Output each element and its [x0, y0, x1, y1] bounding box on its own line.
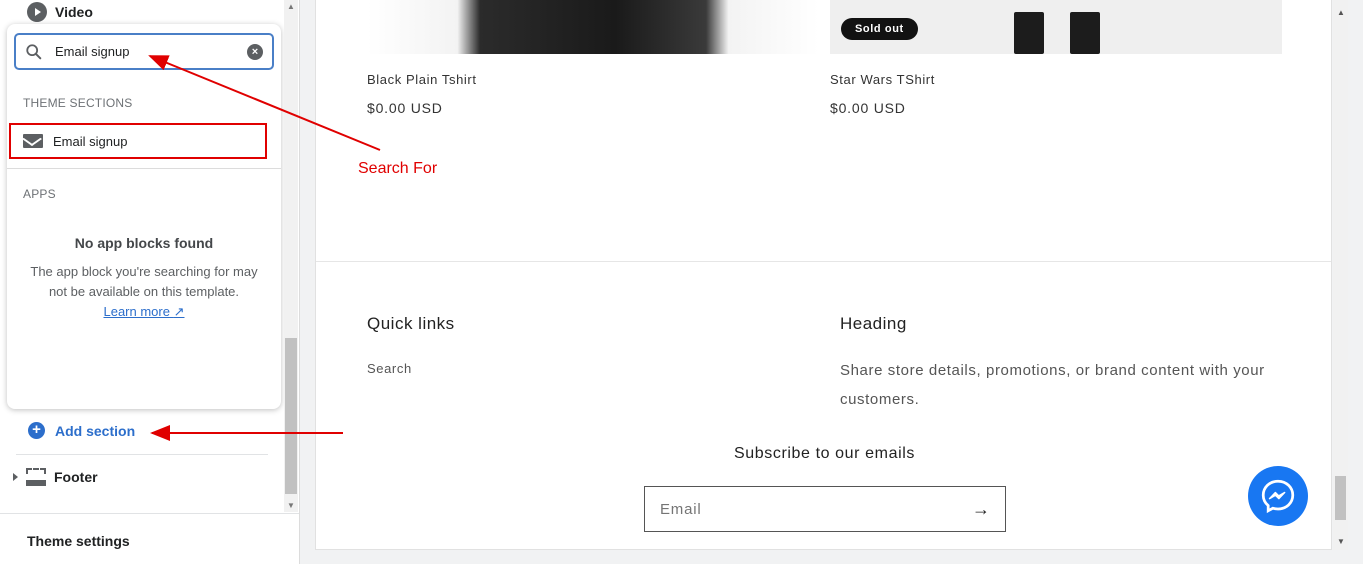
section-item-video[interactable]: Video — [27, 2, 93, 22]
newsletter-email-input[interactable] — [660, 500, 972, 518]
sidebar-scrollbar[interactable]: ▲ ▼ — [284, 0, 298, 512]
footer-label: Footer — [54, 469, 98, 485]
section-item-label: Video — [55, 4, 93, 20]
product-price: $0.00 USD — [830, 100, 906, 116]
caret-right-icon[interactable] — [13, 473, 18, 481]
product-title[interactable]: Black Plain Tshirt — [367, 72, 477, 87]
add-section-label: Add section — [55, 422, 136, 439]
product-image[interactable]: Sold out — [830, 0, 1282, 54]
divider — [316, 261, 1331, 262]
scrollbar-thumb[interactable] — [1335, 476, 1346, 520]
divider — [16, 454, 268, 455]
search-input[interactable] — [55, 44, 247, 59]
annotation-label: Search For — [358, 160, 438, 177]
footer-link-search[interactable]: Search — [367, 361, 412, 376]
product-price: $0.00 USD — [367, 100, 443, 116]
search-field[interactable]: × — [14, 33, 274, 70]
scrollbar-thumb[interactable] — [285, 338, 297, 494]
empty-state-text: The app block you're searching for may n… — [23, 262, 265, 322]
learn-more-link[interactable]: Learn more ↗ — [103, 304, 184, 319]
product-title[interactable]: Star Wars TShirt — [830, 72, 935, 87]
search-icon — [26, 43, 42, 59]
store-preview: Sold out Black Plain Tshirt $0.00 USD St… — [315, 0, 1332, 550]
add-section-popover: × THEME SECTIONS Email signup APPS No ap… — [7, 24, 281, 409]
quick-links-heading: Quick links — [367, 314, 455, 333]
apps-heading: APPS — [23, 187, 56, 201]
scroll-up-arrow-icon[interactable]: ▲ — [287, 2, 295, 11]
play-icon — [27, 2, 47, 22]
theme-settings-button[interactable]: Theme settings — [27, 533, 130, 549]
scroll-down-arrow-icon[interactable]: ▼ — [1337, 537, 1345, 546]
scroll-up-arrow-icon[interactable]: ▲ — [1337, 8, 1345, 17]
product-photo-detail — [1070, 12, 1100, 54]
sold-out-badge: Sold out — [841, 18, 918, 40]
theme-settings-bar: Theme settings — [0, 513, 299, 564]
editor-sidebar: Video × THEME SECTIONS Email signup APPS… — [0, 0, 300, 564]
product-image[interactable] — [367, 0, 819, 54]
newsletter-title: Subscribe to our emails — [734, 445, 915, 462]
scroll-down-arrow-icon[interactable]: ▼ — [287, 501, 295, 510]
product-photo-detail — [1014, 12, 1044, 54]
newsletter-form[interactable]: → — [644, 486, 1006, 532]
external-link-icon: ↗ — [173, 304, 185, 319]
footer-layout-icon — [26, 468, 46, 486]
add-section-button[interactable]: + Add section — [28, 422, 135, 439]
divider — [7, 168, 281, 169]
preview-scrollbar[interactable]: ▲ ▼ — [1333, 0, 1348, 550]
empty-state-message: The app block you're searching for may n… — [30, 264, 258, 299]
clear-search-icon[interactable]: × — [247, 43, 263, 60]
theme-sections-heading: THEME SECTIONS — [23, 96, 133, 110]
footer-text-heading: Heading — [840, 314, 907, 333]
mail-icon — [23, 134, 43, 148]
result-label: Email signup — [53, 133, 128, 149]
section-group-footer[interactable]: Footer — [13, 468, 98, 486]
footer-text: Share store details, promotions, or bran… — [840, 362, 1265, 408]
messenger-icon — [1261, 479, 1295, 514]
arrow-right-icon[interactable]: → — [972, 499, 990, 520]
empty-state-title: No app blocks found — [74, 235, 214, 251]
plus-circle-icon: + — [28, 422, 45, 439]
result-email-signup[interactable]: Email signup — [9, 123, 267, 159]
messenger-chat-button[interactable] — [1248, 466, 1308, 526]
